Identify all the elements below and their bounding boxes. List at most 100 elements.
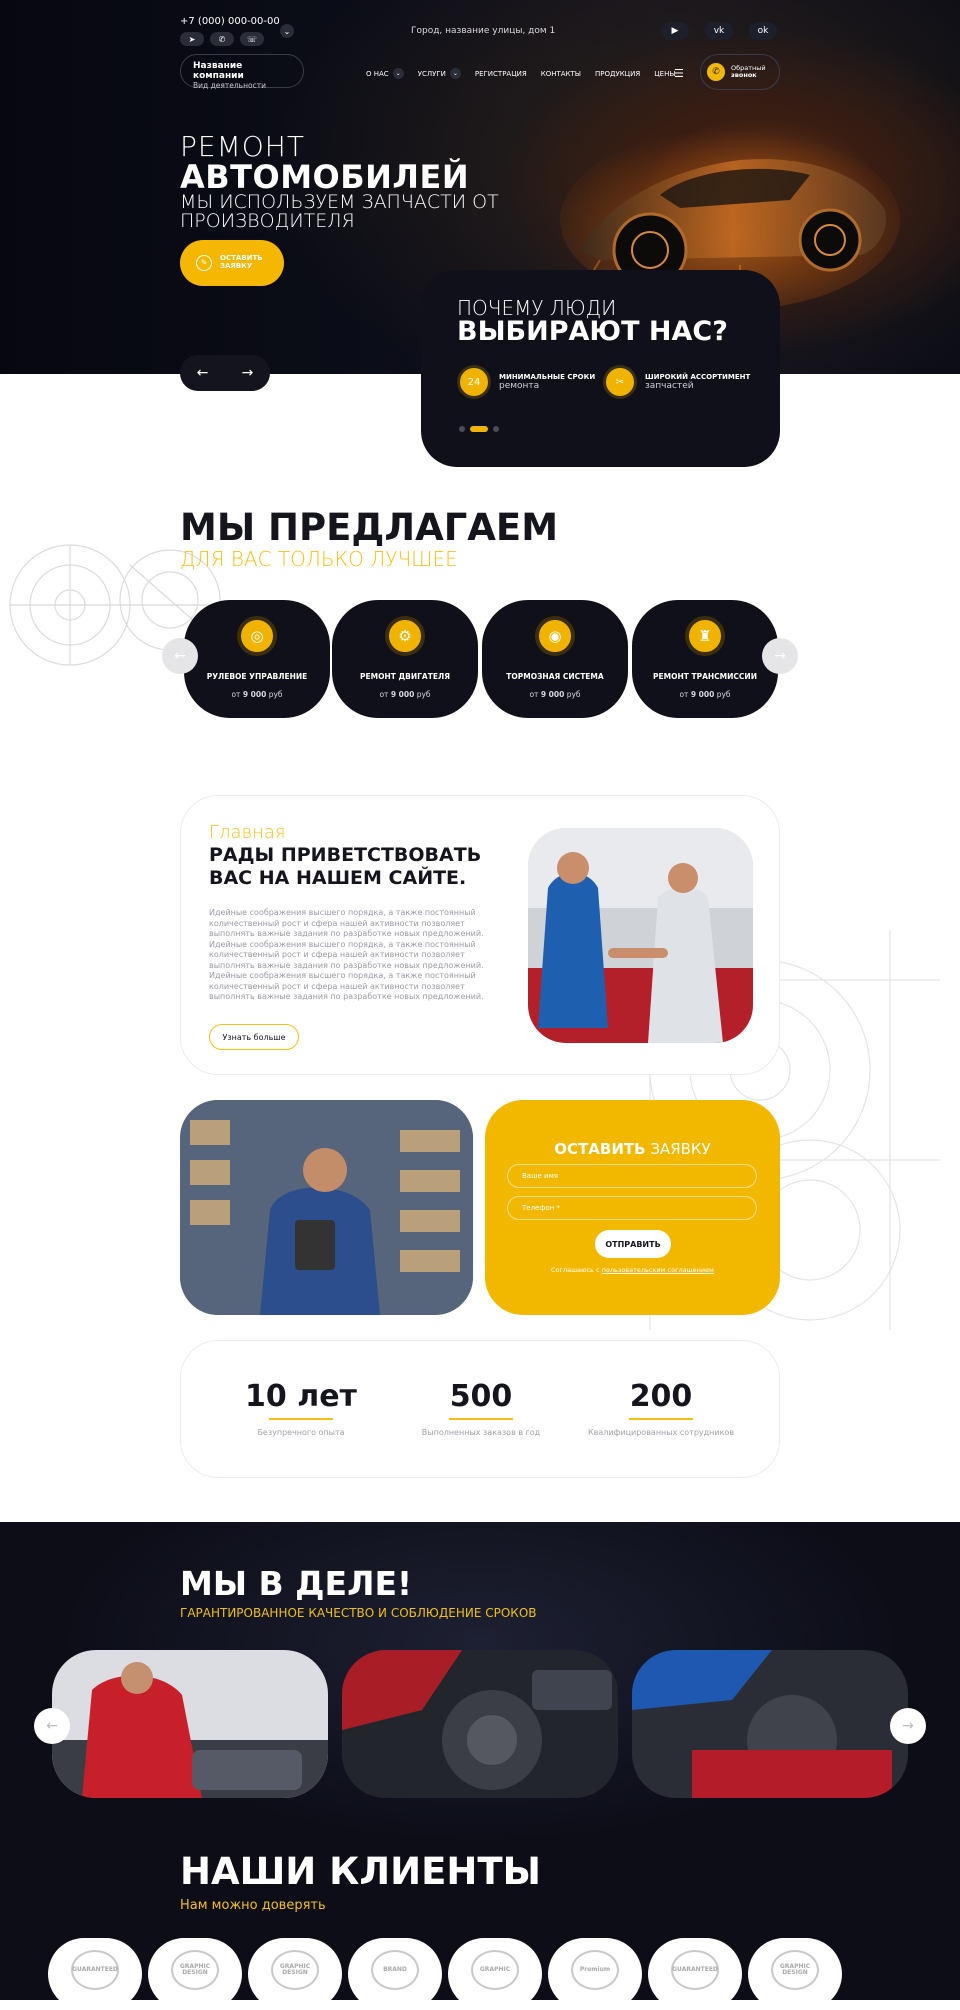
slider-dot-active[interactable] [470,426,488,432]
address-text: Город, название улицы, дом 1 [411,26,556,36]
vk-icon[interactable]: vk [705,22,733,40]
company-logo[interactable]: Название компании Вид деятельности [180,54,304,90]
leave-request-button[interactable]: ✎ ОСТАВИТЬ ЗАЯВКУ [180,240,284,286]
work-title: МЫ В ДЕЛЕ! [180,1564,413,1603]
stat-item: 500 Выполненных заказов в год [391,1379,571,1437]
nav-item-registration[interactable]: РЕГИСТРАЦИЯ [475,68,527,79]
clients-title: НАШИ КЛИЕНТЫ [180,1850,541,1893]
slider-dot[interactable] [459,426,465,432]
agreement-text: Соглашаюсь с пользовательским соглашение… [551,1266,714,1274]
callback-button[interactable]: ✆ Обратный звонок [700,54,780,90]
arrow-left-icon[interactable]: ← [197,365,209,381]
service-price: от 9 000 руб [679,690,731,699]
chevron-down-icon[interactable]: ⌄ [280,24,294,38]
whatsapp-icon[interactable]: ✆ [210,32,234,46]
nav-item-about[interactable]: О НАС ⌄ [366,68,404,79]
feature-text: запчастей [645,381,694,391]
service-price: от 9 000 руб [529,690,581,699]
nav-item-contacts[interactable]: КОНТАКТЫ [541,68,581,79]
stat-label: Квалифицированных сотрудников [587,1428,735,1437]
stat-item: 200 Квалифицированных сотрудников [571,1379,751,1437]
gear-shift-icon: ♜ [685,616,725,656]
service-card[interactable]: ⚙ РЕМОНТ ДВИГАТЕЛЯ от 9 000 руб [332,600,478,718]
client-logo[interactable]: GUARANTEED [648,1938,742,2010]
phone-number[interactable]: +7 (000) 000-00-00 [180,16,280,27]
service-card[interactable]: ◉ ТОРМОЗНАЯ СИСТЕМА от 9 000 руб [482,600,628,718]
callback-label-bold: звонок [731,71,757,79]
welcome-subtitle: Главная [209,822,286,843]
submit-button[interactable]: ОТПРАВИТЬ [595,1230,671,1258]
slider-dots [459,426,499,432]
hero-subtitle: МЫ ИСПОЛЬЗУЕМ ЗАПЧАСТИ ОТ ПРОИЗВОДИТЕЛЯ [180,191,499,232]
client-logo[interactable]: GRAPHIC DESIGN [748,1938,842,2010]
offer-title: МЫ ПРЕДЛАГАЕМ [180,506,559,549]
client-logo[interactable]: GRAPHIC DESIGN [148,1938,242,2010]
stat-label: Выполненных заказов в год [421,1428,541,1437]
welcome-text: Идейные соображения высшего порядка, а т… [209,908,484,1001]
offer-subtitle: ДЛЯ ВАС ТОЛЬКО ЛУЧШЕЕ [180,547,458,571]
viber-icon[interactable]: ☏ [240,32,264,46]
client-logo[interactable]: GUARANTEED [48,1938,142,2010]
client-logo[interactable]: BRAND [348,1938,442,2010]
stat-value: 500 [449,1379,513,1414]
learn-more-button[interactable]: Узнать больше [209,1024,299,1050]
mechanics-handshake-photo [528,828,753,1043]
ok-icon[interactable]: ok [749,22,777,40]
company-activity: Вид деятельности [193,81,266,90]
stat-value: 200 [629,1379,693,1414]
form-title: ОСТАВИТЬ ЗАЯВКУ [554,1140,711,1158]
phone-icon: ✆ [707,63,725,81]
tools-icon: ✂ [603,365,637,399]
work-photo[interactable] [52,1650,328,1798]
work-subtitle: ГАРАНТИРОВАННОЕ КАЧЕСТВО И СОБЛЮДЕНИЕ СР… [180,1606,537,1620]
clients-subtitle: Нам можно доверять [180,1898,326,1913]
arrow-right-icon[interactable]: → [762,638,798,674]
client-logo-text: GRAPHIC DESIGN [271,1950,319,1990]
arrow-left-icon[interactable]: ← [162,638,198,674]
brake-disc-icon: ◉ [535,616,575,656]
client-logo-text: BRAND [371,1950,419,1990]
feature-title: МИНИМАЛЬНЫЕ СРОКИ [499,373,596,381]
why-feature: 24 МИНИМАЛЬНЫЕ СРОКИ ремонта [457,365,595,399]
service-price: от 9 000 руб [231,690,283,699]
service-name: РЕМОНТ ТРАНСМИССИИ [653,672,757,681]
client-logo-text: Premium [571,1950,619,1990]
main-nav: О НАС ⌄ УСЛУГИ ⌄ РЕГИСТРАЦИЯ КОНТАКТЫ ПРОД… [366,68,676,79]
client-logo-text: GUARANTEED [71,1950,119,1990]
phone-field[interactable]: Телефон * [507,1196,757,1220]
youtube-icon[interactable]: ▶ [661,22,689,40]
telegram-icon[interactable]: ➤ [180,32,204,46]
welcome-title: РАДЫ ПРИВЕТСТВОВАТЬ ВАС НА НАШЕМ САЙТЕ. [209,844,482,889]
slider-dot[interactable] [493,426,499,432]
arrow-right-icon[interactable]: → [890,1708,926,1744]
menu-icon[interactable]: ☰ [674,67,684,80]
work-photo[interactable] [632,1650,908,1798]
arrow-right-icon[interactable]: → [242,365,254,381]
request-form: ОСТАВИТЬ ЗАЯВКУ Ваше имя Телефон * ОТПРА… [485,1100,780,1315]
work-photo[interactable] [342,1650,618,1798]
client-logo[interactable]: GRAPHIC [448,1938,542,2010]
nav-item-prices[interactable]: ЦЕНЫ [654,68,675,79]
cta-label-2: ЗАЯВКУ [220,262,253,270]
chevron-down-icon: ⌄ [449,68,461,79]
client-logo-text: GRAPHIC DESIGN [771,1950,819,1990]
arrow-left-icon[interactable]: ← [34,1708,70,1744]
stats-card: 10 лет Безупречного опыта 500 Выполненных … [180,1340,780,1478]
service-name: ТОРМОЗНАЯ СИСТЕМА [506,672,604,681]
agreement-link[interactable]: пользовательским соглашением [602,1266,714,1274]
service-card[interactable]: ♜ РЕМОНТ ТРАНСМИССИИ от 9 000 руб [632,600,778,718]
stat-item: 10 лет Безупречного опыта [211,1379,391,1437]
hero-slider-arrows: ← → [180,355,270,391]
nav-item-products[interactable]: ПРОДУКЦИЯ [595,68,640,79]
service-card[interactable]: ◎ РУЛЕВОЕ УПРАВЛЕНИЕ от 9 000 руб [184,600,330,718]
name-field[interactable]: Ваше имя [507,1164,757,1188]
clock-24-icon: 24 [457,365,491,399]
client-logo[interactable]: GRAPHIC DESIGN [248,1938,342,2010]
mechanic-warehouse-photo [180,1100,473,1315]
service-price: от 9 000 руб [379,690,431,699]
client-logo[interactable]: Premium [548,1938,642,2010]
stat-value: 10 лет [245,1379,357,1414]
why-title-bold: ВЫБИРАЮТ НАС? [457,316,728,347]
nav-item-services[interactable]: УСЛУГИ ⌄ [418,68,461,79]
client-logo-text: GRAPHIC [471,1950,519,1990]
